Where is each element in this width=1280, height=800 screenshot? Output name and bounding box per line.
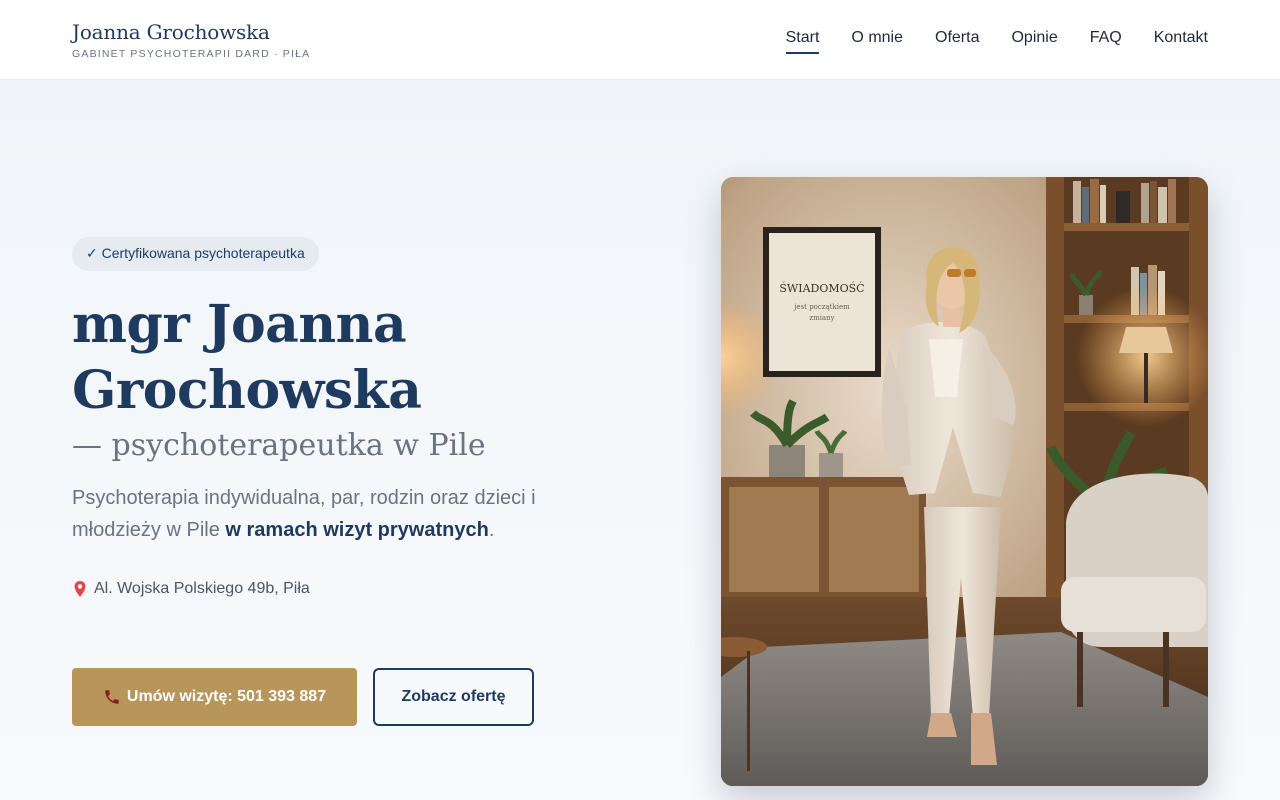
book-appointment-button[interactable]: Umów wizytę: 501 393 887 <box>72 668 357 726</box>
hero-title-line-1: mgr Joanna <box>72 294 407 355</box>
address: Al. Wojska Polskiego 49b, Piła <box>72 580 310 598</box>
map-pin-icon <box>74 581 86 597</box>
certification-badge: ✓ Certyfikowana psychoterapeutka <box>72 237 319 271</box>
phone-icon <box>105 690 119 704</box>
nav-item-faq[interactable]: FAQ <box>1090 29 1122 54</box>
hero-title: mgr Joanna Grochowska <box>72 292 632 424</box>
hero-section: ✓ Certyfikowana psychoterapeutka mgr Joa… <box>0 80 1280 800</box>
nav-item-start[interactable]: Start <box>785 29 819 54</box>
book-appointment-label: Umów wizytę: 501 393 887 <box>126 688 327 705</box>
poster-title: ŚWIADOMOŚĆ <box>779 281 864 295</box>
nav-item-oferta[interactable]: Oferta <box>935 29 979 54</box>
view-offer-button[interactable]: Zobacz ofertę <box>373 668 534 726</box>
brand-subtitle: GABINET PSYCHOTERAPII DARD · PIŁA <box>72 48 311 60</box>
nav-item-opinie[interactable]: Opinie <box>1011 29 1057 54</box>
hero-title-line-2: Grochowska <box>72 360 422 421</box>
brand-name: Joanna Grochowska <box>72 20 270 44</box>
brand[interactable]: Joanna Grochowska GABINET PSYCHOTERAPII … <box>72 20 310 60</box>
poster-line-2: zmiany <box>809 314 834 322</box>
site-header: Joanna Grochowska GABINET PSYCHOTERAPII … <box>0 0 1280 80</box>
description-emphasis: w ramach wizyt prywatnych <box>225 519 489 541</box>
nav-item-o-mnie[interactable]: O mnie <box>851 29 903 54</box>
therapist-photo: ŚWIADOMOŚĆ jest początkiem zmiany <box>721 177 1208 786</box>
hero-description: Psychoterapia indywidualna, par, rodzin … <box>72 482 612 546</box>
main-nav: Start O mnie Oferta Opinie FAQ Kontakt <box>785 29 1208 54</box>
nav-item-kontakt[interactable]: Kontakt <box>1154 29 1208 54</box>
therapist-photo-illustration: ŚWIADOMOŚĆ jest początkiem zmiany <box>721 177 1208 786</box>
address-text: Al. Wojska Polskiego 49b, Piła <box>94 580 310 597</box>
description-end: . <box>488 519 495 541</box>
poster-line-1: jest początkiem <box>793 303 850 311</box>
hero-subtitle: — psychoterapeutka w Pile <box>72 428 486 463</box>
